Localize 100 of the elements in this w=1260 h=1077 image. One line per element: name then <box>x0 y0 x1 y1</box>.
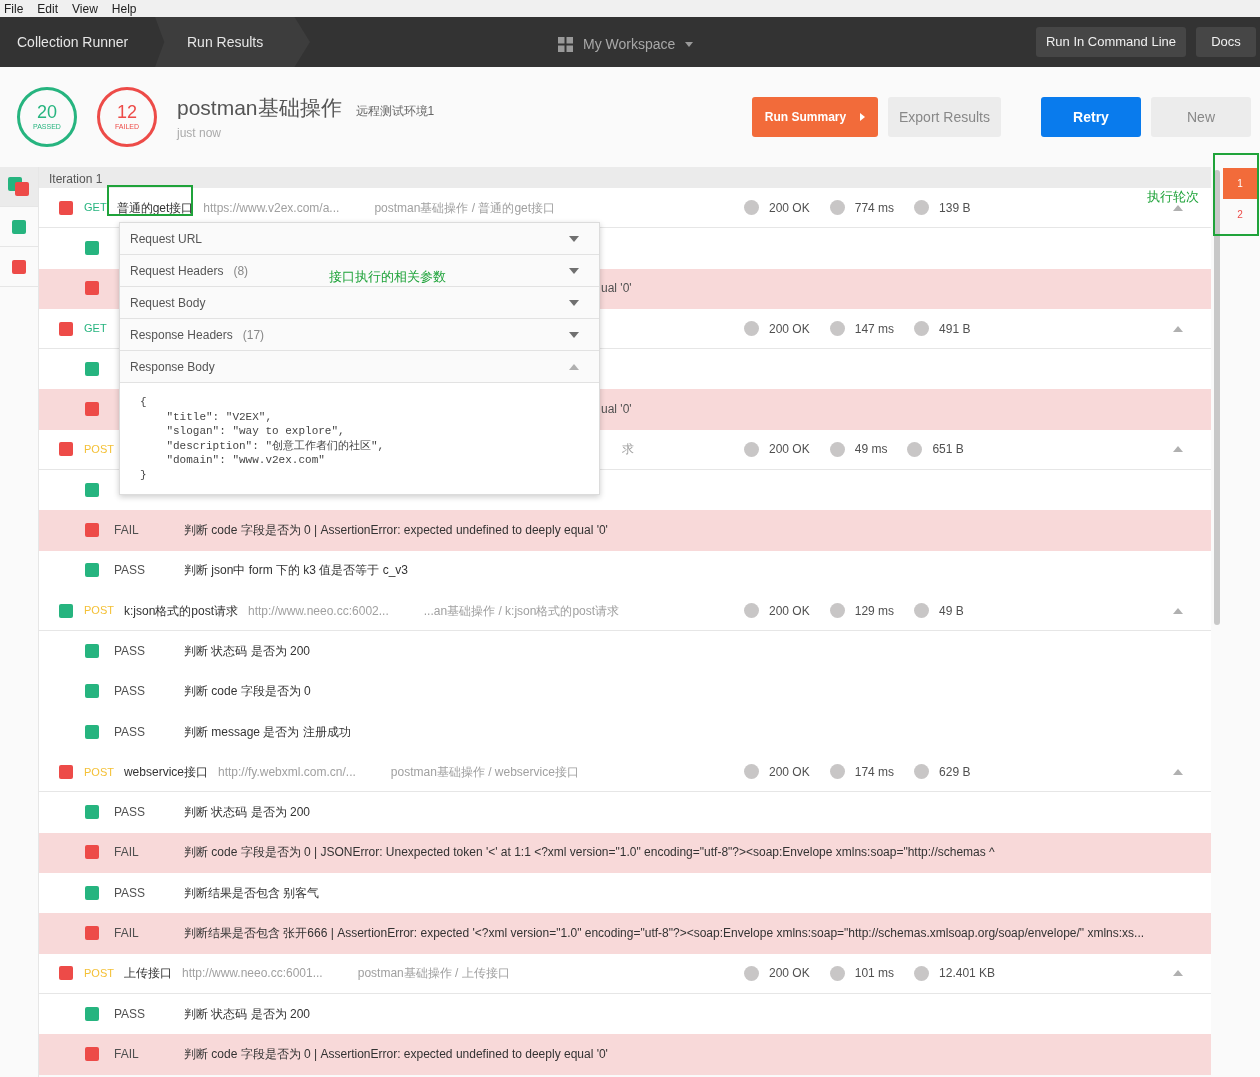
collapse-caret-icon[interactable] <box>569 363 579 370</box>
test-message: 判断 状态码 是否为 200 <box>184 1005 311 1023</box>
test-result-label: FAIL <box>114 925 140 942</box>
details-section-header[interactable]: Request URL <box>120 223 599 255</box>
request-path: postman基础操作 / webservice接口 <box>390 763 579 781</box>
test-result-label: PASS <box>114 562 147 580</box>
details-section-header[interactable]: Request Body <box>120 287 599 319</box>
response-time: 774 ms <box>854 199 895 217</box>
breadcrumb-tab[interactable]: Collection Runner <box>0 17 155 67</box>
passed-count: 20 <box>37 101 57 122</box>
expand-caret-icon[interactable] <box>569 299 579 306</box>
collapse-caret-icon[interactable] <box>1173 446 1183 453</box>
response-time: 101 ms <box>854 965 895 983</box>
details-section-header[interactable]: Response Headers (17) <box>120 319 599 351</box>
test-result-label: PASS <box>114 683 147 701</box>
menu-item[interactable]: Edit <box>37 0 59 18</box>
response-size: 49 B <box>939 602 964 620</box>
menu-item[interactable]: Help <box>111 0 137 18</box>
method-label: POST <box>84 442 114 458</box>
test-message: 判断结果是否包含 别客气 <box>184 884 320 902</box>
scrollbar-thumb[interactable] <box>1213 170 1220 625</box>
method-label: POST <box>84 966 114 982</box>
section-title: Request Body <box>130 294 206 312</box>
request-url: http://www.neeo.cc:6001... <box>181 965 323 983</box>
response-size: 651 B <box>932 441 964 459</box>
test-message: 判断结果是否包含 张开666 | AssertionError: expected '<?xml version="1.0" encoding="utf-8"?><soap:Envelope xmlns:soap="http://schemas.xmlsoap.org/soap/envelope/" xmlns:xs... <box>184 925 1145 942</box>
caret-icon <box>860 113 866 121</box>
sidebar-item[interactable] <box>0 167 38 207</box>
section-title: Response Body <box>130 358 215 376</box>
menu-item[interactable]: File <box>4 0 24 18</box>
menu-item[interactable]: View <box>72 0 98 18</box>
expand-caret-icon[interactable] <box>569 267 579 274</box>
response-size: 629 B <box>939 763 971 781</box>
test-result-label: PASS <box>114 723 147 741</box>
test-result-label: FAIL <box>114 522 140 539</box>
test-result-label: PASS <box>114 642 147 660</box>
method-label: POST <box>84 764 114 780</box>
request-url: http://www.neeo.cc:6002... <box>248 602 389 620</box>
test-message: 判断 json中 form 下的 k3 值是否等于 c_v3 <box>184 562 409 580</box>
header-button[interactable]: Docs <box>1196 27 1256 57</box>
method-label: GET <box>84 200 107 216</box>
collapse-caret-icon[interactable] <box>1173 970 1183 977</box>
iteration-label: Iteration 1 <box>49 171 103 188</box>
status-code: 200 OK <box>769 763 810 781</box>
test-message: ual '0' <box>601 280 632 298</box>
test-result-label: FAIL <box>114 844 140 862</box>
grid-icon <box>558 37 573 52</box>
section-title: Response Headers <box>130 326 233 344</box>
section-count: (17) <box>242 326 265 344</box>
expand-caret-icon[interactable] <box>569 331 579 338</box>
request-name[interactable]: webservice接口 <box>123 762 208 781</box>
collapse-caret-icon[interactable] <box>1173 325 1183 332</box>
expand-caret-icon[interactable] <box>569 235 579 242</box>
response-time: 129 ms <box>854 602 895 620</box>
header-button[interactable]: Run In Command Line <box>1035 27 1186 57</box>
section-title: Request URL <box>130 230 203 248</box>
test-result-label: PASS <box>114 1005 147 1023</box>
response-body-code: { "title": "V2EX", "slogan": "way to explore", "description": "创意工作者们的社区", "domain": "www.v2ex.com" } <box>120 383 599 494</box>
response-time: 174 ms <box>854 763 895 781</box>
method-label: POST <box>84 603 114 619</box>
status-code: 200 OK <box>769 602 810 620</box>
status-code: 200 OK <box>769 441 810 459</box>
request-url: https://www.v2ex.com/a... <box>203 199 340 217</box>
environment-name: 远程测试环境1 <box>355 103 435 121</box>
test-message: ual '0' <box>601 401 632 419</box>
test-result-label: PASS <box>114 884 147 902</box>
request-name[interactable]: k:json格式的post请求 <box>123 601 238 620</box>
annotation-text: 接口执行的相关参数 <box>329 268 446 286</box>
collapse-caret-icon[interactable] <box>1173 607 1183 614</box>
run-time: just now <box>177 124 223 142</box>
collection-title: postman基础操作 <box>177 95 342 122</box>
test-message: 判断 状态码 是否为 200 <box>184 642 311 660</box>
response-size: 139 B <box>939 199 971 217</box>
test-message: 判断 code 字段是否为 0 <box>184 683 311 701</box>
test-message: 判断 code 字段是否为 0 | AssertionError: expected undefined to deeply equal '0' <box>184 1045 608 1063</box>
collapse-caret-icon[interactable] <box>1173 768 1183 775</box>
status-code: 200 OK <box>769 320 810 338</box>
response-size: 12.401 KB <box>939 965 996 983</box>
collapse-caret-icon[interactable] <box>1173 204 1183 211</box>
response-size: 491 B <box>939 320 971 338</box>
annotation-text: 执行轮次 <box>1147 188 1199 206</box>
request-path: postman基础操作 / 普通的get接口 <box>374 199 556 217</box>
test-message: 判断 code 字段是否为 0 | JSONError: Unexpected token '<' at 1:1 <?xml version="1.0" encoding="utf-8"?><soap:Envelope xmlns:soap="http://schemas ^ <box>184 844 995 862</box>
status-code: 200 OK <box>769 965 810 983</box>
method-label: GET <box>84 321 107 337</box>
test-result-label: FAIL <box>114 1045 140 1063</box>
request-path: ...an基础操作 / k:json格式的post请求 <box>423 602 620 620</box>
breadcrumb-tab[interactable]: Run Results <box>155 17 310 67</box>
failed-count: 12 <box>117 101 137 122</box>
workspace-selector[interactable]: My Workspace <box>583 34 676 55</box>
request-name: 求 <box>621 441 634 459</box>
request-url: http://fy.webxml.com.cn/... <box>218 763 356 781</box>
retry-button[interactable]: Retry <box>1041 97 1141 137</box>
request-path: postman基础操作 / 上传接口 <box>357 965 510 983</box>
response-time: 147 ms <box>854 320 895 338</box>
status-code: 200 OK <box>769 199 810 217</box>
section-title: Request Headers <box>130 262 224 280</box>
test-message: 判断 message 是否为 注册成功 <box>184 723 351 741</box>
response-time: 49 ms <box>854 441 888 459</box>
request-name[interactable]: 上传接口 <box>123 964 172 983</box>
